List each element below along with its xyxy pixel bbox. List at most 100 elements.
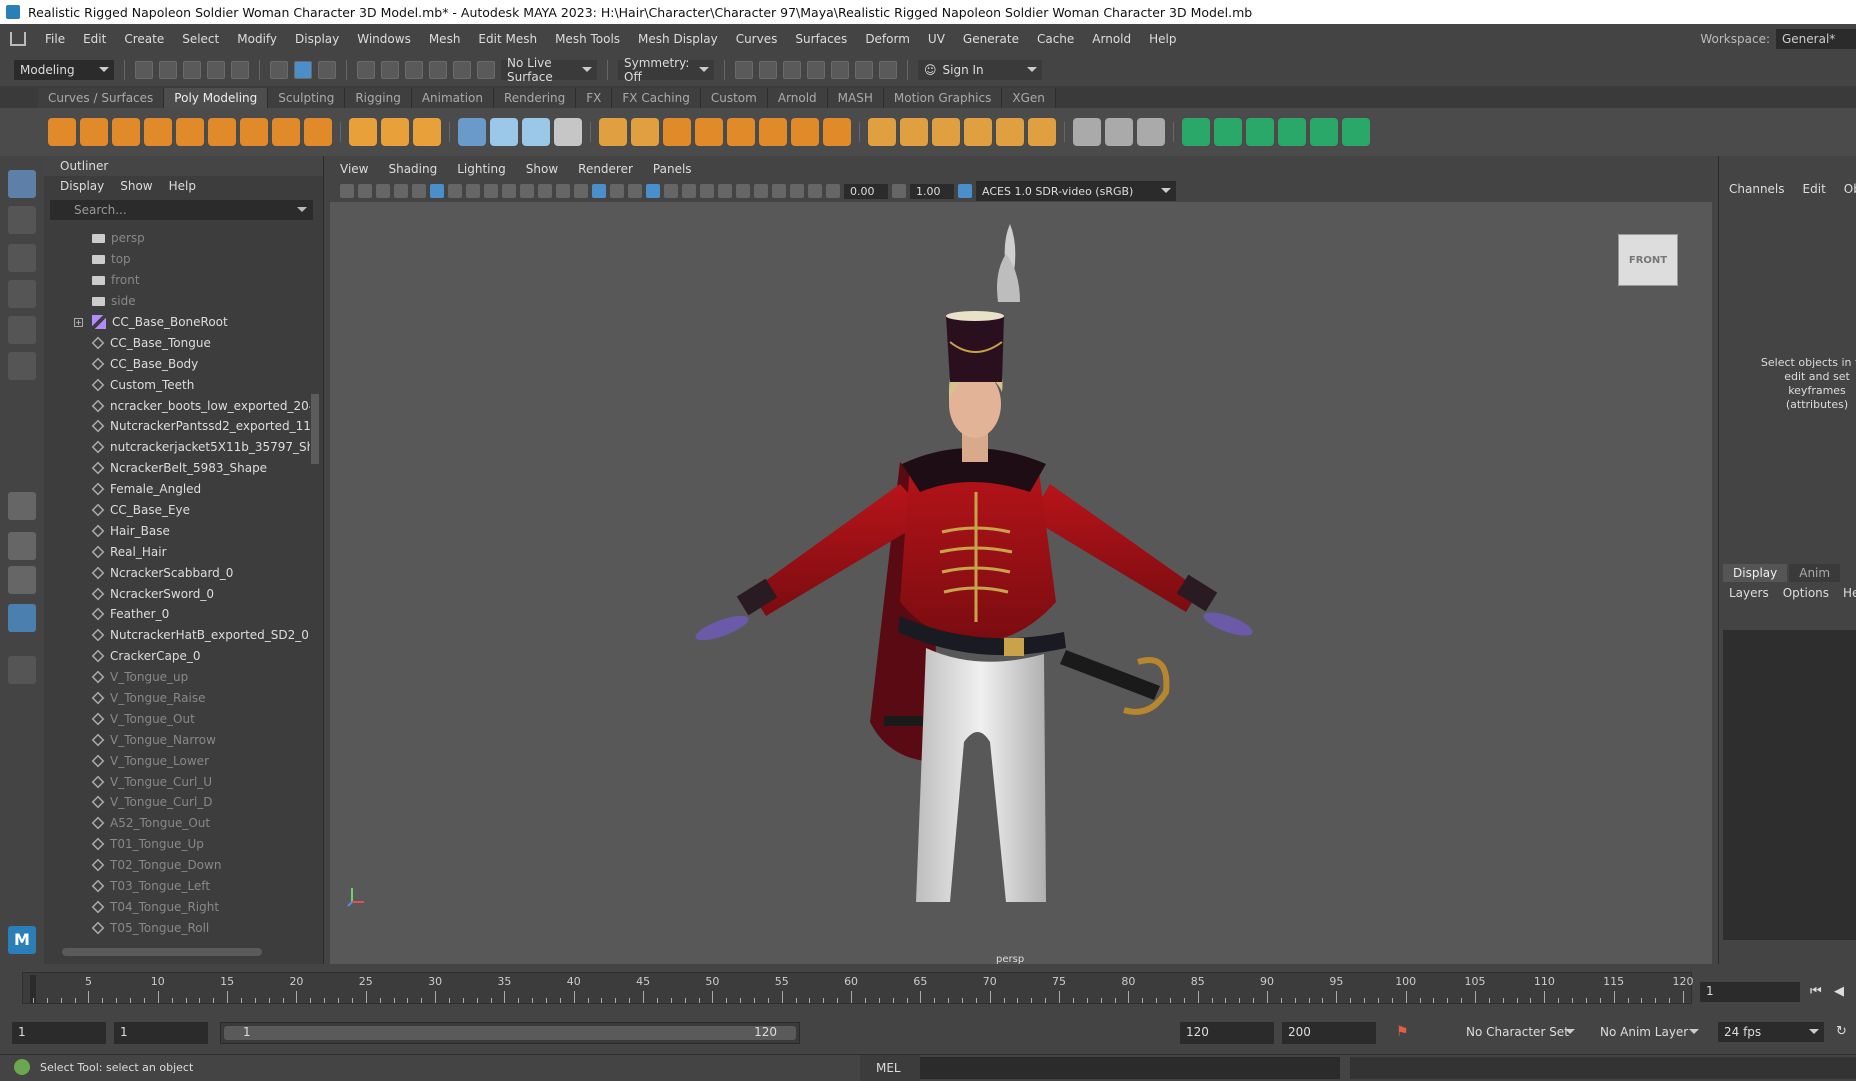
single-view-icon[interactable] <box>8 492 36 520</box>
outliner-menu-help[interactable]: Help <box>169 179 196 193</box>
field-chart-icon[interactable] <box>520 184 534 198</box>
anti-aliasing-icon[interactable] <box>718 184 732 198</box>
layer-list[interactable] <box>1723 630 1856 940</box>
image-plane-icon[interactable] <box>394 184 408 198</box>
render-settings-icon[interactable] <box>807 61 825 79</box>
expand-icon[interactable]: + <box>74 317 83 327</box>
exposure-field[interactable]: 0.00 <box>844 183 888 199</box>
xray-active-icon[interactable] <box>808 184 822 198</box>
shelf-tool-icon[interactable] <box>554 118 582 146</box>
outliner-row[interactable]: Feather_0 <box>44 604 310 625</box>
outliner-row[interactable]: A52_Tongue_Out <box>44 813 310 834</box>
loop-icon[interactable]: ↻ <box>1836 1024 1847 1039</box>
viewport-menu-renderer[interactable]: Renderer <box>578 162 633 176</box>
mel-language-toggle[interactable]: MEL <box>860 1055 920 1081</box>
snap-view-icon[interactable] <box>429 61 447 79</box>
shelf-tool-icon[interactable] <box>663 118 691 146</box>
snap-point-icon[interactable] <box>405 61 423 79</box>
select-hierarchy-icon[interactable] <box>270 61 288 79</box>
viewcube[interactable]: FRONT <box>1618 234 1678 286</box>
shelf-tab-arnold[interactable]: Arnold <box>767 88 828 108</box>
gate-mask-icon[interactable] <box>502 184 516 198</box>
shelf-tool-icon[interactable] <box>144 118 172 146</box>
shelf-tool-icon[interactable] <box>1246 118 1274 146</box>
menu-windows[interactable]: Windows <box>348 32 420 46</box>
use-lights-icon[interactable] <box>646 184 660 198</box>
menu-deform[interactable]: Deform <box>856 32 919 46</box>
3d-viewport[interactable]: FRONT persp <box>330 202 1712 966</box>
anim-start-field[interactable]: 1 <box>12 1022 106 1044</box>
outliner-row[interactable]: V_Tongue_up <box>44 667 310 688</box>
grease-pencil-icon[interactable] <box>430 184 444 198</box>
shelf-tool-icon[interactable] <box>791 118 819 146</box>
wireframe-on-shaded-icon[interactable] <box>610 184 624 198</box>
outliner-row[interactable]: V_Tongue_Lower <box>44 750 310 771</box>
shelf-tool-icon[interactable] <box>304 118 332 146</box>
anim-end-field[interactable]: 200 <box>1282 1022 1376 1044</box>
range-bar-fill[interactable] <box>224 1026 796 1040</box>
current-frame-field[interactable]: 1 <box>1700 982 1800 1002</box>
menu-curves[interactable]: Curves <box>727 32 787 46</box>
menu-file[interactable]: File <box>36 32 74 46</box>
go-to-start-icon[interactable]: ⏮ <box>1810 984 1822 999</box>
shelf-tool-icon[interactable] <box>1105 118 1133 146</box>
open-scene-icon[interactable] <box>159 61 177 79</box>
menu-mesh[interactable]: Mesh <box>420 32 470 46</box>
shelf-tab-rigging[interactable]: Rigging <box>345 88 412 108</box>
shelf-tool-icon[interactable] <box>759 118 787 146</box>
outliner-row[interactable]: Real_Hair <box>44 541 310 562</box>
shelf-tool-icon[interactable] <box>823 118 851 146</box>
move-tool-icon[interactable] <box>8 280 36 308</box>
outliner-row[interactable]: NcrackerSword_0 <box>44 583 310 604</box>
outliner-row[interactable]: V_Tongue_Curl_U <box>44 771 310 792</box>
four-view-icon[interactable] <box>8 532 36 560</box>
safe-title-icon[interactable] <box>556 184 570 198</box>
live-surface-field[interactable]: No Live Surface <box>501 56 597 84</box>
channel-menu-object[interactable]: Object <box>1844 182 1856 196</box>
ambient-occlusion-icon[interactable] <box>682 184 696 198</box>
viewport-menu-show[interactable]: Show <box>526 162 558 176</box>
outliner-layout-icon[interactable] <box>8 604 36 632</box>
outliner-row[interactable]: V_Tongue_Curl_D <box>44 792 310 813</box>
fps-dropdown[interactable]: 24 fps <box>1718 1022 1824 1042</box>
workspace-selector[interactable]: Workspace: General* <box>1700 24 1856 54</box>
outliner-row[interactable]: ncracker_boots_low_exported_2048_S <box>44 395 310 416</box>
smooth-shade-icon[interactable] <box>592 184 606 198</box>
snap-edge-icon[interactable] <box>477 61 495 79</box>
shelf-tool-icon[interactable] <box>900 118 928 146</box>
time-ruler[interactable]: 5 10 15 20 25 30 35 40 45 50 55 60 65 70 75 80 85 90 95 100… <box>22 972 1694 1004</box>
shelf-tab-sculpting[interactable]: Sculpting <box>268 88 346 108</box>
color-space-dropdown[interactable]: ACES 1.0 SDR-video (sRGB) <box>976 181 1176 201</box>
outliner-row[interactable]: T05_Tongue_Roll <box>44 917 310 938</box>
outliner-row[interactable]: T03_Tongue_Left <box>44 876 310 897</box>
shelf-tool-icon[interactable] <box>176 118 204 146</box>
sign-in-button[interactable]: ☺ Sign In <box>918 60 1042 80</box>
shelf-tool-icon[interactable] <box>272 118 300 146</box>
safe-action-icon[interactable] <box>538 184 552 198</box>
shelf-tool-icon[interactable] <box>1278 118 1306 146</box>
shelf-tool-icon[interactable] <box>208 118 236 146</box>
camera-attributes-icon[interactable] <box>358 184 372 198</box>
shelf-tool-icon[interactable] <box>381 118 409 146</box>
menu-cache[interactable]: Cache <box>1028 32 1083 46</box>
xray-icon[interactable] <box>772 184 786 198</box>
outliner-row[interactable]: CC_Base_Tongue <box>44 332 310 353</box>
shelf-tab-curves-surfaces[interactable]: Curves / Surfaces <box>38 88 165 108</box>
shelf-tool-icon[interactable] <box>112 118 140 146</box>
channel-menu-channels[interactable]: Channels <box>1729 182 1785 196</box>
outliner-row[interactable]: front <box>44 270 310 291</box>
outliner-menu-display[interactable]: Display <box>60 179 104 193</box>
shelf-tool-icon[interactable] <box>964 118 992 146</box>
outliner-row[interactable]: CC_Base_Eye <box>44 500 310 521</box>
shelf-tab-mash[interactable]: MASH <box>827 88 884 108</box>
outliner-row[interactable]: top <box>44 249 310 270</box>
snap-surface-icon[interactable] <box>453 61 471 79</box>
outliner-row[interactable]: CC_Base_Body <box>44 353 310 374</box>
shelf-tool-icon[interactable] <box>631 118 659 146</box>
undo-icon[interactable] <box>207 61 225 79</box>
shelf-tool-icon[interactable] <box>1214 118 1242 146</box>
shelf-tab-animation[interactable]: Animation <box>411 88 494 108</box>
playback-end-field[interactable]: 120 <box>1180 1022 1274 1044</box>
menuset-dropdown[interactable]: Modeling <box>14 60 114 80</box>
menu-surfaces[interactable]: Surfaces <box>786 32 856 46</box>
